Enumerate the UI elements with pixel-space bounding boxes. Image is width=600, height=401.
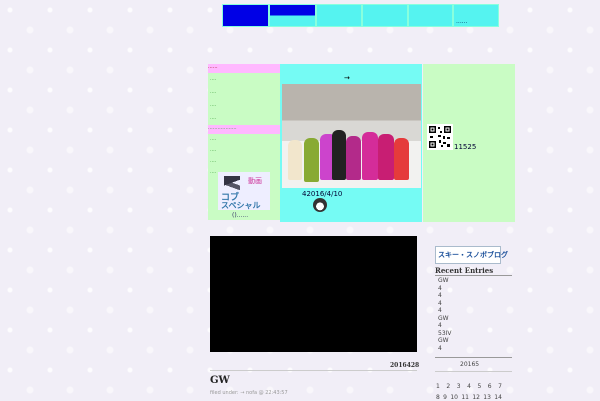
person xyxy=(288,140,302,180)
person xyxy=(304,138,319,182)
sidebar-section-head: ...... xyxy=(208,64,280,73)
person xyxy=(362,132,378,180)
sidebar-link[interactable]: .... xyxy=(208,112,280,125)
recent-entry[interactable]: GW xyxy=(438,277,508,285)
calendar-title: 20165 xyxy=(460,361,480,368)
video-player[interactable] xyxy=(210,236,417,352)
photo-caption: 42016/4/10 xyxy=(302,190,343,198)
ski-blog-logo-text: スキー・スノボブログ xyxy=(438,251,508,259)
nav-item-2[interactable] xyxy=(269,4,316,27)
penguin-icon[interactable] xyxy=(313,198,327,212)
recent-entries-rule xyxy=(435,275,512,276)
nav-item-3[interactable] xyxy=(316,4,362,27)
group-photo[interactable] xyxy=(282,84,421,188)
person xyxy=(346,136,361,180)
promo-banner[interactable]: 動画 コブ スペシャル xyxy=(218,172,270,210)
calendar-rule-2 xyxy=(435,371,512,372)
visitor-count: 11525 xyxy=(454,143,477,151)
post-title[interactable]: GW xyxy=(210,375,230,386)
calendar-day[interactable]: 7 xyxy=(498,383,502,390)
nav-item-label: ...... xyxy=(456,18,468,25)
nav-item-5[interactable] xyxy=(408,4,453,27)
sidebar-link[interactable]: .... xyxy=(208,134,280,145)
recent-entry[interactable]: 4 xyxy=(438,292,508,300)
post-date: 2016428 xyxy=(390,362,420,369)
calendar-day[interactable]: 4 xyxy=(467,383,471,390)
calendar-week-1: 1 2 3 4 5 6 7 xyxy=(436,383,502,390)
sidebar-link[interactable]: .... xyxy=(208,73,280,86)
sidebar-link[interactable]: .... xyxy=(208,86,280,99)
nav-item-4[interactable] xyxy=(362,4,408,27)
ski-blog-logo[interactable]: スキー・スノボブログ xyxy=(435,246,508,264)
nav-item-1[interactable] xyxy=(222,4,269,27)
sidebar-section-head: .................. xyxy=(208,125,280,134)
recent-entry[interactable]: 4 xyxy=(438,322,508,330)
post-meta: filed under: → nofa @ 22:43:57 xyxy=(210,390,288,396)
calendar-day[interactable]: 1 xyxy=(436,383,440,390)
calendar-day[interactable]: 5 xyxy=(477,383,481,390)
recent-entry[interactable]: GW xyxy=(438,337,508,345)
calendar-day[interactable]: 6 xyxy=(488,383,492,390)
sidebar-link[interactable]: .... xyxy=(208,145,280,156)
sidebar-link[interactable]: .... xyxy=(208,156,280,167)
center-header: → xyxy=(344,74,350,82)
center-panel: → 42016/4/10 xyxy=(280,64,422,222)
calendar-day[interactable]: 3 xyxy=(457,383,461,390)
nav-item-6[interactable]: ...... xyxy=(453,4,499,27)
person xyxy=(378,134,394,180)
recent-entry[interactable]: 53IV xyxy=(438,330,508,338)
qr-code-icon[interactable] xyxy=(427,124,453,150)
post-date-rule xyxy=(210,370,417,371)
banner-caption[interactable]: ()...... xyxy=(232,212,248,219)
person xyxy=(394,138,409,180)
recent-entry[interactable]: 4 xyxy=(438,285,508,293)
recent-entry[interactable]: 4 xyxy=(438,345,508,353)
recent-entry[interactable]: GW xyxy=(438,315,508,323)
recent-entry[interactable]: 4 xyxy=(438,307,508,315)
person xyxy=(332,130,346,180)
sidebar-link[interactable]: .... xyxy=(208,99,280,112)
banner-line2: スペシャル xyxy=(221,201,261,210)
calendar-rule xyxy=(435,357,512,358)
recent-entry[interactable]: 4 xyxy=(438,300,508,308)
banner-title: 動画 xyxy=(248,177,262,185)
recent-entries-list: GW 4 4 4 4 GW 4 53IV GW 4 xyxy=(438,277,508,352)
calendar-day[interactable]: 2 xyxy=(446,383,450,390)
recent-entries-title: Recent Entries xyxy=(435,266,494,275)
